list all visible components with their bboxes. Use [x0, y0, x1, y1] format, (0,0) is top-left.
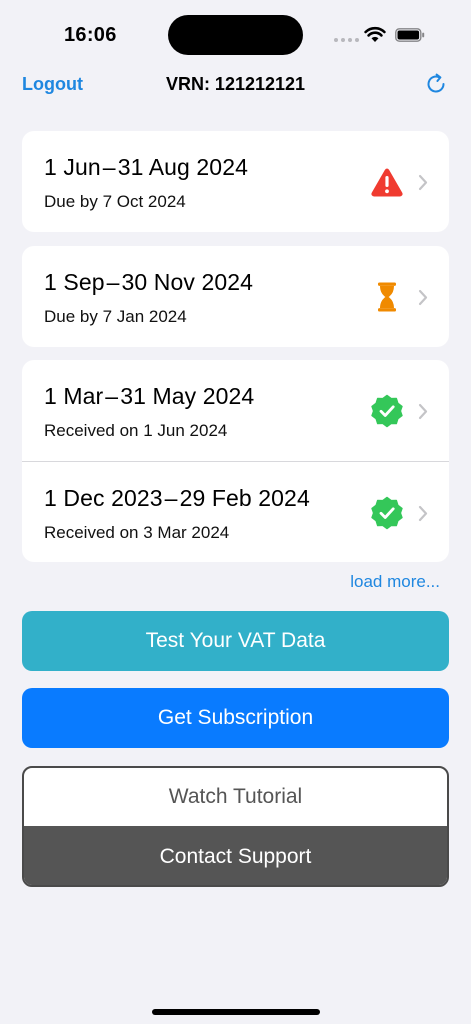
warning-icon: [371, 168, 403, 197]
obligation-row[interactable]: 1 Mar – 31 May 2024 Received on 1 Jun 20…: [22, 360, 449, 461]
vrn-title: VRN: 121212121: [165, 74, 306, 94]
checkmark-seal-icon: [371, 394, 403, 428]
status-time: 16:06: [64, 24, 117, 46]
checkmark-seal-icon: [371, 496, 403, 530]
watch-tutorial-button[interactable]: Watch Tutorial: [24, 768, 447, 826]
obligation-period: 1 Dec 2023 – 29 Feb 2024: [44, 485, 310, 511]
obligation-due-date: Due by 7 Oct 2024: [44, 192, 186, 211]
help-button-group: Watch Tutorial Contact Support: [22, 766, 449, 887]
battery-icon: [395, 28, 425, 42]
obligation-due-date: Due by 7 Jan 2024: [44, 307, 187, 326]
chevron-right-icon: [418, 289, 428, 306]
obligation-period: 1 Mar – 31 May 2024: [44, 383, 255, 409]
status-bar: 16:06: [0, 0, 471, 70]
obligation-row[interactable]: 1 Dec 2023 – 29 Feb 2024 Received on 3 M…: [22, 461, 449, 562]
refresh-icon[interactable]: [424, 72, 448, 96]
obligation-received-date: Received on 3 Mar 2024: [44, 523, 230, 542]
chevron-right-icon: [418, 174, 428, 191]
obligation-received-date: Received on 1 Jun 2024: [44, 421, 228, 440]
home-indicator[interactable]: [152, 1009, 320, 1015]
chevron-right-icon: [418, 505, 428, 522]
obligation-row[interactable]: 1 Sep – 30 Nov 2024 Due by 7 Jan 2024: [22, 246, 449, 347]
dynamic-island: [168, 15, 303, 55]
obligation-card-fulfilled: 1 Mar – 31 May 2024 Received on 1 Jun 20…: [22, 360, 449, 562]
obligation-card-open-2: 1 Sep – 30 Nov 2024 Due by 7 Jan 2024: [22, 246, 449, 347]
cellular-signal-icon: [334, 38, 359, 42]
get-subscription-button[interactable]: Get Subscription: [22, 688, 449, 748]
load-more-link[interactable]: load more...: [350, 572, 440, 592]
wifi-icon: [364, 26, 386, 42]
hourglass-icon: [378, 282, 396, 312]
chevron-right-icon: [418, 403, 428, 420]
nav-bar: Logout VRN: 121212121: [0, 70, 471, 100]
obligation-card-open-1: 1 Jun – 31 Aug 2024 Due by 7 Oct 2024: [22, 131, 449, 232]
contact-support-button[interactable]: Contact Support: [24, 826, 447, 885]
obligation-row[interactable]: 1 Jun – 31 Aug 2024 Due by 7 Oct 2024: [22, 131, 449, 232]
obligation-period: 1 Sep – 30 Nov 2024: [44, 269, 254, 295]
test-vat-data-button[interactable]: Test Your VAT Data: [22, 611, 449, 671]
obligation-period: 1 Jun – 31 Aug 2024: [44, 154, 248, 180]
